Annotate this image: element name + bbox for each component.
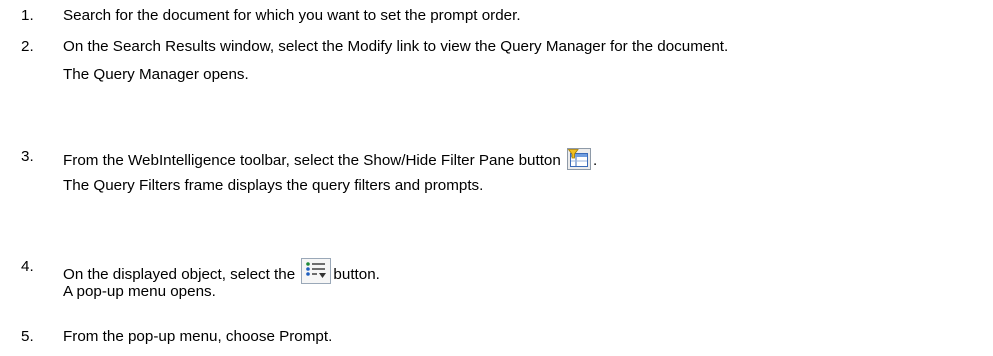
step-text: Search for the document for which you wa… (63, 7, 521, 24)
step-result: A pop-up menu opens. (63, 283, 216, 300)
step-number: 4. (21, 258, 34, 275)
step-text: From the pop-up menu, choose Prompt. (63, 328, 333, 345)
step-result: The Query Manager opens. (63, 66, 249, 83)
step-text-after: button. (333, 266, 380, 283)
step-number: 2. (21, 38, 34, 55)
step-number: 3. (21, 148, 34, 165)
filter-pane-icon (567, 148, 592, 175)
step-result: The Query Filters frame displays the que… (63, 177, 484, 194)
step-text: On the Search Results window, select the… (63, 38, 729, 55)
step-text-before: On the displayed object, select the (63, 266, 296, 283)
step-number: 5. (21, 328, 34, 345)
step-text-before: From the WebIntelligence toolbar, select… (63, 152, 561, 169)
list-menu-icon (301, 258, 332, 289)
step-text: From the WebIntelligence toolbar, select… (63, 148, 597, 175)
step-text-after: . (593, 152, 598, 169)
step-number: 1. (21, 7, 34, 24)
